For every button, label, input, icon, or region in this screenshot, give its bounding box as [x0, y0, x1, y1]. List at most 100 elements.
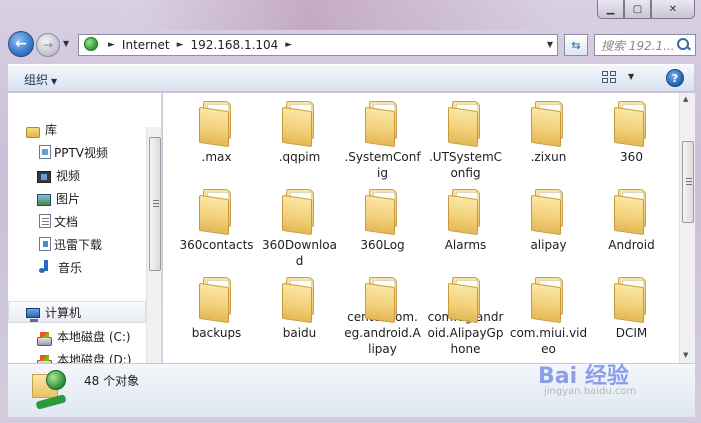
folder-item[interactable]: 360Download	[258, 187, 341, 269]
folder-item[interactable]: .max	[175, 99, 258, 181]
refresh-button[interactable]: ⇆	[564, 34, 588, 56]
help-icon: ?	[671, 71, 679, 85]
nav-library[interactable]: 库	[26, 119, 57, 139]
navigation-scrollbar[interactable]	[146, 127, 161, 363]
folder-item[interactable]: com.miui.video	[507, 275, 590, 357]
address-bar[interactable]: ► Internet ► 192.168.1.104 ► ▼	[78, 34, 558, 56]
folder-name: .qqpim	[278, 150, 321, 164]
folder-icon	[281, 101, 318, 148]
change-view-button[interactable]	[602, 71, 618, 85]
nav-drive-label: 本地磁盘 (D:)	[57, 352, 132, 364]
nav-item-pptv[interactable]: PPTV视频	[37, 142, 108, 162]
file-list-scrollbar-thumb[interactable]	[682, 141, 694, 223]
organize-button[interactable]: 组织 ▼	[24, 71, 57, 88]
folder-item[interactable]: .zixun	[507, 99, 590, 181]
search-icon[interactable]	[676, 37, 692, 53]
folder-icon	[281, 277, 318, 324]
folder-name: .UTSystemConfig	[428, 150, 503, 180]
folder-icon	[613, 189, 650, 236]
folder-item[interactable]: 360Log	[341, 187, 424, 269]
nav-drive-c[interactable]: 本地磁盘 (C:)	[37, 326, 131, 346]
folder-icon	[530, 189, 567, 236]
nav-drive-d[interactable]: 本地磁盘 (D:)	[37, 349, 131, 363]
folder-item[interactable]: center.com.eg.android.Alipay	[341, 275, 424, 357]
recent-pages-button[interactable]: ▼	[63, 39, 69, 48]
folder-item[interactable]: .qqpim	[258, 99, 341, 181]
breadcrumb-arrow-icon[interactable]: ►	[285, 40, 292, 50]
folder-icon	[613, 277, 650, 324]
folder-item[interactable]: .SystemConfig	[341, 99, 424, 181]
grip-line	[686, 184, 692, 185]
folder-item[interactable]: 360	[590, 99, 673, 181]
breadcrumb-internet[interactable]: Internet	[122, 38, 170, 52]
folder-icon	[447, 101, 484, 148]
explorer-window: ▁ ▢ ✕ ← → ▼ ► Internet ► 192.168.1.104 ►…	[0, 0, 701, 423]
folder-name: com.miui.video	[509, 326, 588, 356]
refresh-icon: ⇆	[571, 38, 581, 52]
file-list-scrollbar[interactable]: ▲ ▼	[679, 93, 695, 363]
nav-item-documents[interactable]: 文档	[37, 211, 78, 231]
command-bar: 组织 ▼ ▼ ?	[8, 64, 694, 92]
nav-library-label: 库	[45, 122, 58, 137]
nav-item-music[interactable]: 音乐	[37, 257, 82, 277]
folder-icon	[364, 189, 401, 236]
breadcrumb-arrow-icon[interactable]: ►	[108, 40, 115, 50]
folder-icon	[364, 101, 401, 148]
picture-icon	[37, 194, 51, 206]
folder-item[interactable]: backups	[175, 275, 258, 357]
baidu-watermark: Bai 经验 jingyan.baidu.com	[538, 354, 678, 400]
navigation-scrollbar-thumb[interactable]	[149, 137, 161, 271]
network-globe-icon	[81, 35, 101, 55]
folder-icon	[447, 189, 484, 236]
nav-item-label: 图片	[56, 191, 81, 206]
forward-button[interactable]: →	[36, 33, 60, 57]
chevron-down-icon: ▼	[51, 77, 58, 86]
folder-item[interactable]: .UTSystemConfig	[424, 99, 507, 181]
folder-item[interactable]: com.eg.android.AlipayGphone	[424, 275, 507, 357]
nav-item-label: 文档	[54, 214, 79, 229]
back-button[interactable]: ←	[8, 31, 34, 57]
breadcrumb-ip[interactable]: 192.168.1.104	[191, 38, 279, 52]
folder-item[interactable]: Alarms	[424, 187, 507, 269]
maximize-button[interactable]: ▢	[624, 0, 651, 19]
search-box[interactable]: 搜索 192.1...	[594, 34, 696, 56]
search-input[interactable]: 搜索 192.1...	[601, 37, 676, 54]
scroll-down-icon[interactable]: ▼	[683, 351, 688, 359]
folder-item[interactable]: DCIM	[590, 275, 673, 357]
folder-icon	[613, 101, 650, 148]
close-icon: ✕	[668, 3, 678, 15]
folder-grid: .max .qqpim .SystemConfig .UTSystemConfig .z…	[175, 99, 675, 357]
chevron-down-icon: ▼	[63, 39, 70, 48]
folder-item[interactable]: Android	[590, 187, 673, 269]
help-button[interactable]: ?	[666, 69, 684, 87]
address-dropdown-icon[interactable]: ▼	[547, 40, 553, 49]
nav-item-pictures[interactable]: 图片	[37, 188, 80, 208]
grip-line	[153, 200, 159, 201]
view-icon-part	[610, 78, 616, 83]
scroll-up-icon[interactable]: ▲	[683, 95, 688, 103]
view-icon-part	[610, 71, 616, 76]
breadcrumb-arrow-icon[interactable]: ►	[177, 40, 184, 50]
nav-item-label: 视频	[56, 168, 81, 183]
nav-computer[interactable]: 计算机	[26, 302, 81, 322]
folder-icon	[198, 189, 235, 236]
view-options-dropdown[interactable]: ▼	[628, 72, 634, 81]
video-icon	[37, 171, 51, 183]
close-button[interactable]: ✕	[651, 0, 695, 19]
grip-line	[686, 178, 692, 179]
folder-item[interactable]: 360contacts	[175, 187, 258, 269]
nav-item-thunder-downloads[interactable]: 迅雷下载	[37, 234, 102, 254]
folder-item[interactable]: baidu	[258, 275, 341, 357]
folder-name: alipay	[530, 238, 567, 252]
drive-icon	[37, 331, 52, 346]
nav-item-videos[interactable]: 视频	[37, 165, 80, 185]
folder-name: .zixun	[530, 150, 567, 164]
folder-icon	[198, 277, 235, 324]
minimize-button[interactable]: ▁	[597, 0, 624, 19]
nav-item-label: 音乐	[58, 260, 83, 275]
computer-icon	[26, 308, 40, 322]
folder-name: baidu	[282, 326, 317, 340]
folder-name: 360Download	[262, 238, 337, 268]
folder-item[interactable]: alipay	[507, 187, 590, 269]
file-list: .max .qqpim .SystemConfig .UTSystemConfig .z…	[163, 93, 679, 363]
